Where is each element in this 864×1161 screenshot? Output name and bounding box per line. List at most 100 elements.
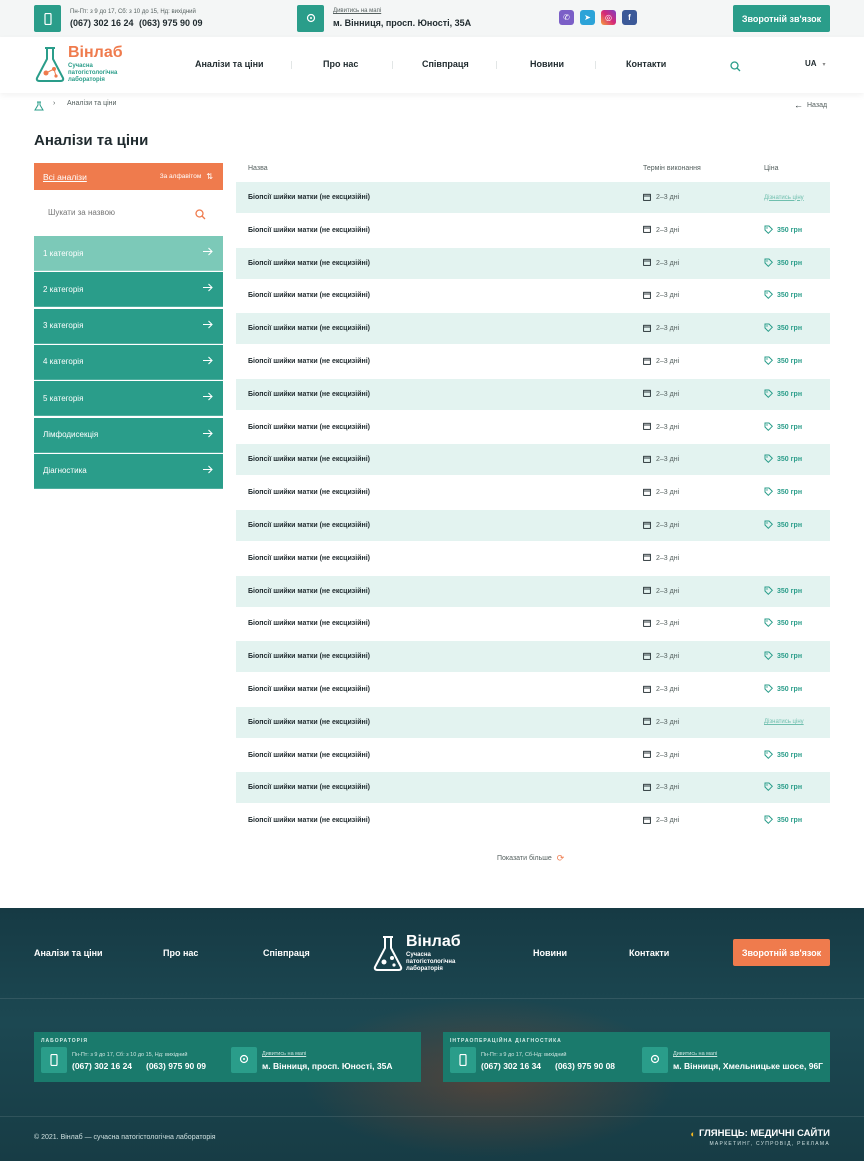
- table-row[interactable]: Біопсії шийки матки (не ексцизійні) 2–3 д…: [236, 378, 830, 410]
- phone-icon: [41, 1047, 67, 1073]
- footer-nav-analyses[interactable]: Аналізи та ціни: [34, 948, 103, 958]
- sort-label: За алфавітом: [159, 173, 202, 180]
- table-row[interactable]: Біопсії шийки матки (не ексцизійні) 2–3 д…: [236, 280, 830, 311]
- table-row[interactable]: Біопсії шийки матки (не ексцизійні) 2–3 д…: [236, 543, 830, 574]
- sidebar-category-item[interactable]: 5 категорія: [34, 381, 223, 417]
- sidebar-category-item[interactable]: 4 категорія: [34, 344, 223, 380]
- arrow-right-icon: [203, 356, 213, 367]
- table-row[interactable]: Біопсії шийки матки (не ексцизійні) 2–3 д…: [236, 772, 830, 804]
- nav-news[interactable]: Новини: [530, 59, 564, 69]
- nav-cooperation[interactable]: Співпраця: [422, 59, 469, 69]
- sort-toggle[interactable]: За алфавітом ⇅: [160, 172, 213, 181]
- analysis-term-text: 2–3 дні: [656, 259, 680, 267]
- facebook-icon[interactable]: f: [622, 10, 637, 25]
- analysis-term: 2–3 дні: [643, 225, 679, 235]
- nav-divider: [392, 61, 393, 69]
- table-row[interactable]: Біопсії шийки матки (не ексцизійні) 2–3 д…: [236, 608, 830, 639]
- table-row[interactable]: Біопсії шийки матки (не ексцизійні) 2–3 д…: [236, 805, 830, 836]
- learn-price-link[interactable]: Дізнатись ціну: [764, 195, 804, 201]
- intra-map-link[interactable]: Дивитись на мапі: [673, 1051, 717, 1057]
- intra-phone-1[interactable]: (067) 302 16 34: [481, 1061, 541, 1071]
- lab-map-link[interactable]: Дивитись на мапі: [262, 1051, 306, 1057]
- calendar-icon: [643, 717, 651, 727]
- intraoperative-contact-box: ІНТРАОПЕРАЦІЙНА ДІАГНОСТИКА Пн-Пт: з 9 д…: [443, 1032, 830, 1082]
- table-row[interactable]: Біопсії шийки матки (не ексцизійні) 2–3 д…: [236, 412, 830, 443]
- top-bar: Пн-Пт: з 9 до 17, Сб: з 10 до 15, Нд: ви…: [0, 0, 864, 37]
- analysis-term-text: 2–3 дні: [656, 390, 680, 398]
- show-more-button[interactable]: Показати більше ⟳: [497, 853, 564, 864]
- phone-link-2[interactable]: (063) 975 90 09: [139, 18, 203, 28]
- language-selector[interactable]: UA ▾: [805, 59, 826, 68]
- analysis-price: 350 грн: [764, 290, 802, 301]
- sidebar-category-label: Лімфодисекція: [43, 430, 99, 439]
- chevron-down-icon: ▾: [822, 62, 826, 68]
- footer-logo-subtitle: Сучасна патогістологічна лабораторія: [406, 952, 456, 972]
- nav-about[interactable]: Про нас: [323, 59, 358, 69]
- table-row[interactable]: Біопсії шийки матки (не ексцизійні) 2–3 д…: [236, 510, 830, 541]
- footer-callback-button[interactable]: Зворотній зв'язок: [733, 939, 830, 966]
- viber-icon[interactable]: ✆: [559, 10, 574, 25]
- table-row[interactable]: Біопсії шийки матки (не ексцизійні) 2–3 д…: [236, 182, 830, 213]
- refresh-icon: ⟳: [556, 853, 565, 863]
- telegram-icon[interactable]: ➤: [580, 10, 595, 25]
- sidebar-category-item[interactable]: Лімфодисекція: [34, 417, 223, 453]
- instagram-icon[interactable]: ◎: [601, 10, 616, 25]
- analysis-price-text: 350 грн: [777, 423, 803, 431]
- logo-title: Вінлаб: [68, 44, 123, 61]
- analysis-term: 2–3 дні: [643, 357, 679, 367]
- analysis-term: 2–3 дні: [643, 717, 679, 727]
- analysis-term-text: 2–3 дні: [656, 653, 680, 661]
- search-icon[interactable]: [730, 59, 741, 77]
- table-row[interactable]: Біопсії шийки матки (не ексцизійні) 2–3 д…: [236, 706, 830, 738]
- analysis-name: Біопсії шийки матки (не ексцизійні): [248, 292, 371, 300]
- home-icon[interactable]: [34, 98, 44, 116]
- back-link[interactable]: ← Назад: [794, 100, 827, 110]
- price-tag-icon: [764, 258, 774, 269]
- footer-nav-cooperation[interactable]: Співпраця: [263, 948, 310, 958]
- lab-phone-1[interactable]: (067) 302 16 24: [72, 1061, 132, 1071]
- table-row[interactable]: Біопсії шийки матки (не ексцизійні) 2–3 д…: [236, 215, 830, 246]
- footer-nav-news[interactable]: Новини: [533, 948, 567, 958]
- analysis-term-text: 2–3 дні: [656, 325, 680, 333]
- table-row[interactable]: Біопсії шийки матки (не ексцизійні) 2–3 д…: [236, 740, 830, 771]
- table-row[interactable]: Біопсії шийки матки (не ексцизійні) 2–3 д…: [236, 346, 830, 377]
- arrow-right-icon: [203, 392, 213, 403]
- nav-contacts[interactable]: Контакти: [626, 59, 666, 69]
- learn-price-link[interactable]: Дізнатись ціну: [764, 719, 804, 725]
- location-pin-icon: [231, 1047, 257, 1073]
- table-row[interactable]: Біопсії шийки матки (не ексцизійні) 2–3 д…: [236, 674, 830, 705]
- analysis-term-text: 2–3 дні: [656, 456, 680, 464]
- analysis-term: 2–3 дні: [643, 193, 679, 203]
- footer-nav-about[interactable]: Про нас: [163, 948, 198, 958]
- sidebar-category-item[interactable]: Діагностика: [34, 453, 223, 489]
- sidebar-category-item[interactable]: 2 категорія: [34, 272, 223, 308]
- price-tag-icon: [764, 782, 774, 793]
- table-row[interactable]: Біопсії шийки матки (не ексцизійні) 2–3 д…: [236, 444, 830, 476]
- sidebar-category-item[interactable]: 3 категорія: [34, 308, 223, 344]
- developer-tagline: МАРКЕТИНГ, СУПРОВІД, РЕКЛАМА: [709, 1141, 830, 1147]
- intra-phone-2[interactable]: (063) 975 90 08: [555, 1061, 615, 1071]
- nav-analyses[interactable]: Аналізи та ціни: [195, 59, 264, 69]
- phone-link-1[interactable]: (067) 302 16 24: [70, 18, 134, 28]
- table-row[interactable]: Біопсії шийки матки (не ексцизійні) 2–3 д…: [236, 575, 830, 607]
- developer-link[interactable]: ◐ ГЛЯНЕЦЬ: МЕДИЧНІ САЙТИ МАРКЕТИНГ, СУПР…: [691, 1128, 830, 1147]
- sidebar-category-item[interactable]: 1 категорія: [34, 236, 223, 271]
- map-link[interactable]: Дивитись на мапі: [333, 8, 381, 14]
- table-row[interactable]: Біопсії шийки матки (не ексцизійні) 2–3 д…: [236, 641, 830, 673]
- search-icon[interactable]: [195, 207, 206, 225]
- table-row[interactable]: Біопсії шийки матки (не ексцизійні) 2–3 д…: [236, 313, 830, 345]
- analysis-name: Біопсії шийки матки (не ексцизійні): [248, 390, 371, 398]
- callback-button[interactable]: Зворотній зв'язок: [733, 5, 830, 32]
- calendar-icon: [643, 553, 651, 563]
- table-row[interactable]: Біопсії шийки матки (не ексцизійні) 2–3 д…: [236, 477, 830, 508]
- analysis-price: 350 грн: [764, 815, 802, 826]
- flask-logo-icon: [373, 936, 403, 971]
- lab-phone-2[interactable]: (063) 975 90 09: [146, 1061, 206, 1071]
- calendar-icon: [643, 357, 651, 367]
- analysis-price-text: 350 грн: [777, 292, 803, 300]
- all-analyses-link[interactable]: Всі аналізи: [43, 172, 87, 182]
- footer-nav-contacts[interactable]: Контакти: [629, 948, 669, 958]
- search-input[interactable]: [48, 205, 188, 219]
- price-tag-icon: [764, 651, 774, 662]
- table-row[interactable]: Біопсії шийки матки (не ексцизійні) 2–3 д…: [236, 247, 830, 279]
